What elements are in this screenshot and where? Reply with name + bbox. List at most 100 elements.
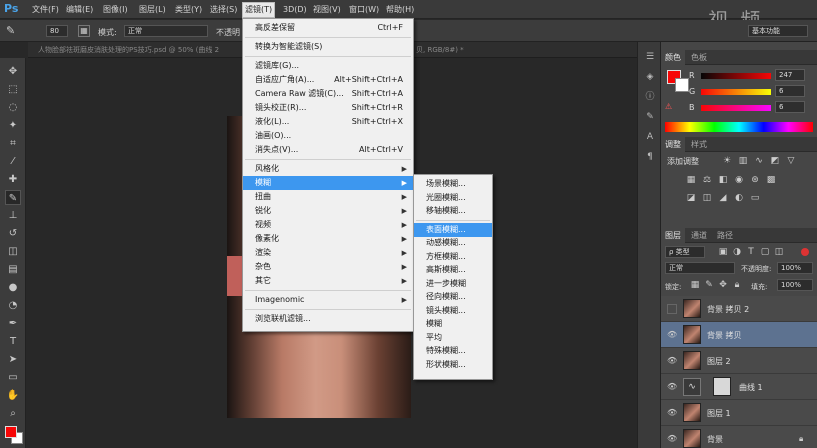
filter-smart-icon[interactable]: ◫ <box>773 246 785 258</box>
levels-icon[interactable]: ▥ <box>737 155 749 167</box>
brush-presets-icon[interactable]: ✎ <box>643 110 657 124</box>
filter-menu-item[interactable]: 转换为智能滤镜(S) <box>243 40 413 54</box>
layer-name[interactable]: 图层 2 <box>707 356 731 367</box>
visibility-eye-icon[interactable]: 👁︎ <box>667 356 677 366</box>
layer-row[interactable]: 👁︎ 背景 🔒︎ <box>661 426 817 448</box>
layer-name[interactable]: 图层 1 <box>707 408 731 419</box>
menu-window[interactable]: 窗口(W) <box>347 3 381 16</box>
layer-row[interactable]: 👁︎ 图层 2 <box>661 348 817 374</box>
clone-stamp-tool-icon[interactable]: ⊥ <box>5 208 21 223</box>
filter-type-icon[interactable]: T <box>745 246 757 258</box>
gradient-tool-icon[interactable]: ▤ <box>5 262 21 277</box>
magic-wand-tool-icon[interactable]: ✦ <box>5 118 21 133</box>
lasso-tool-icon[interactable]: ◌ <box>5 100 21 115</box>
posterize-icon[interactable]: ◫ <box>701 192 713 204</box>
menu-select[interactable]: 选择(S) <box>208 3 239 16</box>
channel-r-value[interactable]: 247 <box>775 69 805 81</box>
threshold-icon[interactable]: ◢ <box>717 192 729 204</box>
layer-thumbnail[interactable] <box>683 351 701 370</box>
filter-menu-item[interactable]: 浏览联机滤镜... <box>243 312 413 326</box>
foreground-color-swatch[interactable] <box>5 426 17 438</box>
pen-tool-icon[interactable]: ✒ <box>5 316 21 331</box>
channel-b-value[interactable]: 6 <box>775 101 805 113</box>
filter-toggle-icon[interactable] <box>801 248 809 256</box>
channel-g-slider[interactable] <box>701 89 771 95</box>
history-icon[interactable]: ☰ <box>643 50 657 64</box>
filter-adjust-icon[interactable]: ◑ <box>731 246 743 258</box>
tab-paths[interactable]: 路径 <box>713 228 737 243</box>
blur-submenu-item[interactable]: 径向模糊... <box>414 290 492 304</box>
menu-edit[interactable]: 编辑(E) <box>64 3 95 16</box>
filter-menu-item[interactable]: 高反差保留 Ctrl+F <box>243 21 413 35</box>
filter-menu-item[interactable]: 扭曲 ▶ <box>243 190 413 204</box>
hue-saturation-icon[interactable]: ▦ <box>685 174 697 186</box>
menu-layer[interactable]: 图层(L) <box>137 3 168 16</box>
menu-type[interactable]: 类型(Y) <box>173 3 204 16</box>
color-balance-icon[interactable]: ⚖ <box>701 174 713 186</box>
blend-mode-select[interactable]: 正常 <box>665 262 735 274</box>
photo-filter-icon[interactable]: ◉ <box>733 174 745 186</box>
mode-select[interactable]: 正常 <box>124 25 208 37</box>
menu-filter[interactable]: 滤镜(T) <box>242 2 276 18</box>
healing-brush-tool-icon[interactable]: ✚ <box>5 172 21 187</box>
filter-menu-item[interactable]: 油画(O)... <box>243 129 413 143</box>
visibility-eye-icon[interactable]: 👁︎ <box>667 330 677 340</box>
filter-menu-item[interactable]: 自适应广角(A)... Alt+Shift+Ctrl+A <box>243 73 413 87</box>
dodge-tool-icon[interactable]: ◔ <box>5 298 21 313</box>
blur-submenu-item[interactable]: 光圈模糊... <box>414 191 492 205</box>
blur-submenu-item[interactable]: 表面模糊... <box>414 222 492 237</box>
brightness-contrast-icon[interactable]: ☀ <box>721 155 733 167</box>
channel-mixer-icon[interactable]: ⊛ <box>749 174 761 186</box>
lock-pixels-icon[interactable]: ✎ <box>703 279 715 291</box>
exposure-icon[interactable]: ◩ <box>769 155 781 167</box>
filter-menu-item[interactable]: 消失点(V)... Alt+Ctrl+V <box>243 143 413 157</box>
blur-submenu-item[interactable]: 移轴模糊... <box>414 204 492 218</box>
curves-icon[interactable]: ∿ <box>753 155 765 167</box>
filter-menu-item[interactable]: 风格化 ▶ <box>243 162 413 176</box>
menu-3d[interactable]: 3D(D) <box>281 3 309 16</box>
filter-menu-item[interactable]: 滤镜库(G)... <box>243 59 413 73</box>
brush-tool-icon[interactable]: ✎ <box>6 24 20 38</box>
blur-submenu-item[interactable]: 动感模糊... <box>414 236 492 250</box>
color-spectrum-ramp[interactable] <box>665 122 813 132</box>
visibility-eye-icon[interactable]: 👁︎ <box>667 408 677 418</box>
workspace-select[interactable]: 基本功能 <box>748 25 808 37</box>
tab-adjustments[interactable]: 调整 <box>661 137 685 152</box>
blur-submenu-item[interactable]: 模糊 <box>414 317 492 331</box>
color-lookup-icon[interactable]: ▩ <box>765 174 777 186</box>
filter-menu-item[interactable]: 像素化 ▶ <box>243 232 413 246</box>
menu-view[interactable]: 视图(V) <box>311 3 343 16</box>
channel-r-slider[interactable] <box>701 73 771 79</box>
menu-help[interactable]: 帮助(H) <box>384 3 416 16</box>
brush-panel-icon[interactable]: ▦ <box>78 25 90 37</box>
blur-submenu-item[interactable]: 镜头模糊... <box>414 304 492 318</box>
gradient-map-icon[interactable]: ▭ <box>749 192 761 204</box>
filter-menu-item[interactable]: Camera Raw 滤镜(C)... Shift+Ctrl+A <box>243 87 413 101</box>
selective-color-icon[interactable]: ◐ <box>733 192 745 204</box>
layer-name[interactable]: 曲线 1 <box>739 382 763 393</box>
move-tool-icon[interactable]: ✥ <box>5 64 21 79</box>
zoom-tool-icon[interactable]: ⌕ <box>5 406 21 421</box>
tab-swatches[interactable]: 色板 <box>687 50 711 65</box>
visibility-eye-icon[interactable] <box>667 304 677 314</box>
layer-thumbnail[interactable] <box>683 403 701 422</box>
blur-submenu-item[interactable]: 形状模糊... <box>414 358 492 372</box>
layer-thumbnail[interactable] <box>683 299 701 318</box>
layer-row[interactable]: 背景 拷贝 2 <box>661 296 817 322</box>
filter-menu-item[interactable]: 镜头校正(R)... Shift+Ctrl+R <box>243 101 413 115</box>
color-bg-swatch[interactable] <box>675 78 689 92</box>
channel-g-value[interactable]: 6 <box>775 85 805 97</box>
filter-menu-item[interactable]: 杂色 ▶ <box>243 260 413 274</box>
tab-channels[interactable]: 通道 <box>687 228 711 243</box>
black-white-icon[interactable]: ◧ <box>717 174 729 186</box>
tab-layers[interactable]: 图层 <box>661 228 685 243</box>
layer-name[interactable]: 背景 <box>707 434 723 445</box>
visibility-eye-icon[interactable]: 👁︎ <box>667 382 677 392</box>
brush-tool-icon-selected[interactable]: ✎ <box>5 190 21 205</box>
tab-styles[interactable]: 样式 <box>687 137 711 152</box>
tab-color[interactable]: 颜色 <box>661 50 685 65</box>
blur-tool-icon[interactable]: ● <box>5 280 21 295</box>
filter-menu-item[interactable]: 模糊 ▶ <box>243 176 413 190</box>
properties-icon[interactable]: ◈ <box>643 70 657 84</box>
document-tab[interactable]: 人物脸部祛斑磨皮消肤处理的PS技巧.psd @ 50% (曲线 2 <box>34 42 223 58</box>
